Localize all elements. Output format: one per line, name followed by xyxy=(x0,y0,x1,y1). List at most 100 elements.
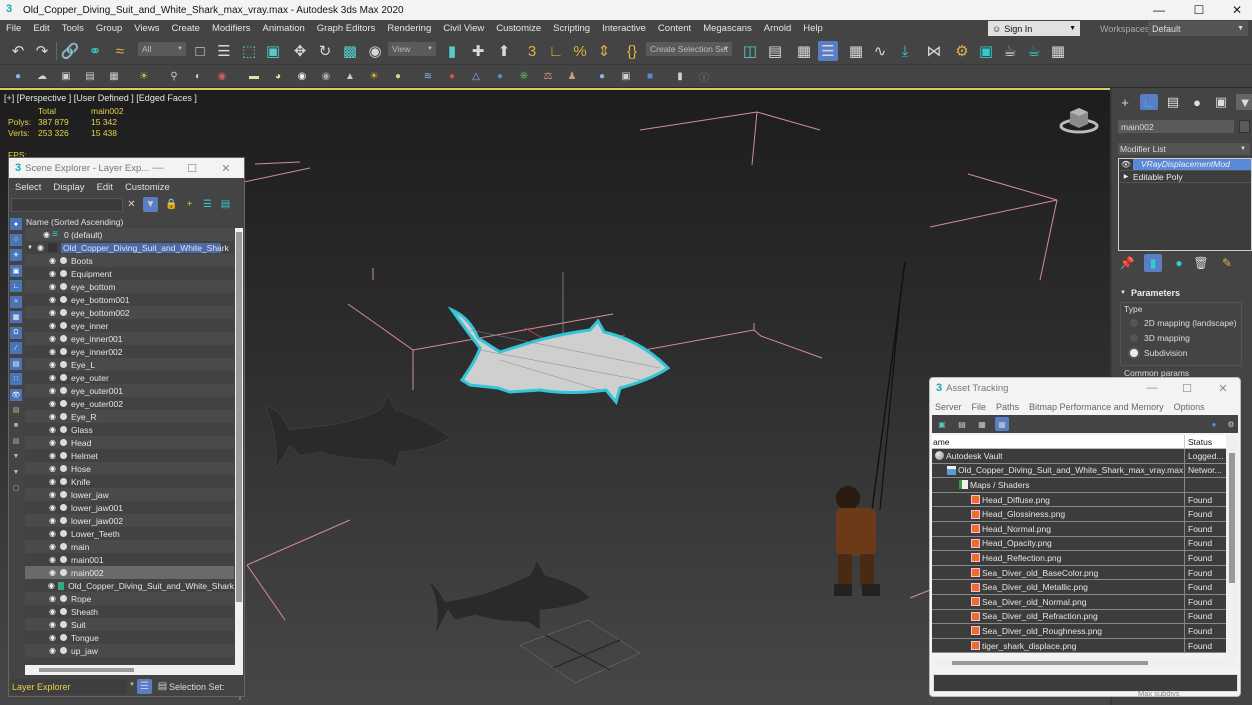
snap-3d-icon[interactable]: 3 xyxy=(522,41,542,61)
visibility-eye-icon[interactable]: ◉ xyxy=(35,243,46,252)
at-menu-paths[interactable]: Paths xyxy=(991,402,1024,412)
scene-object-row[interactable]: ◉ eye_bottom xyxy=(25,280,234,293)
asset-row[interactable]: Head_Reflection.png Found xyxy=(932,551,1226,566)
move-icon[interactable]: ✥ xyxy=(290,41,310,61)
space-warps-filter-icon[interactable]: ≈ xyxy=(10,295,22,308)
name-column-header[interactable]: Name (Sorted Ascending) xyxy=(25,216,234,228)
vray-asset-editor-icon[interactable]: ▣ xyxy=(58,68,74,84)
shark-mesh-2[interactable] xyxy=(427,559,591,636)
visibility-eye-icon[interactable]: ◉ xyxy=(47,529,58,538)
pin-stack-icon[interactable]: 📌 xyxy=(1118,254,1136,272)
window-crossing-icon[interactable]: ▣ xyxy=(263,41,283,61)
visibility-eye-icon[interactable]: ◉ xyxy=(47,542,58,551)
vray-light-lister-icon[interactable]: ☀ xyxy=(136,68,152,84)
shark-mesh-1[interactable] xyxy=(264,394,451,471)
scene-explorer-search-input[interactable] xyxy=(11,198,123,212)
vray-vfb-history-icon[interactable]: ▣ xyxy=(618,68,634,84)
vray-fur-icon[interactable]: ☀ xyxy=(366,68,382,84)
percent-snap-icon[interactable]: % xyxy=(570,41,590,61)
explorer-type-dropdown[interactable]: Layer Explorer xyxy=(11,679,127,694)
render-iterative-icon[interactable]: ☕ xyxy=(1024,41,1044,61)
visibility-eye-icon[interactable]: ◉ xyxy=(47,477,58,486)
vray-cloud-icon[interactable]: ☁ xyxy=(34,68,50,84)
visibility-eye-icon[interactable]: ◉ xyxy=(47,503,58,512)
visibility-eye-icon[interactable]: ◉ xyxy=(47,464,58,473)
at-menu-file[interactable]: File xyxy=(967,402,992,412)
menu-file[interactable]: File xyxy=(0,23,27,34)
layers-mode-icon[interactable]: ☰ xyxy=(137,679,152,694)
menu-help[interactable]: Help xyxy=(797,23,829,34)
menu-arnold[interactable]: Arnold xyxy=(758,23,797,34)
modifier-stack-item[interactable]: ▶ Editable Poly xyxy=(1119,171,1251,183)
bones-filter-icon[interactable]: ∕ xyxy=(10,342,22,354)
vray-ambient-light-icon[interactable]: ◉ xyxy=(318,68,334,84)
vray-plane-icon[interactable]: ● xyxy=(390,68,406,84)
visibility-eye-icon[interactable]: ◉ xyxy=(47,308,58,317)
cameras-filter-icon[interactable]: ▣ xyxy=(10,264,22,277)
name-column-header[interactable]: ame xyxy=(932,435,1185,448)
asset-table-vertical-scrollbar[interactable] xyxy=(1226,435,1238,657)
asset-row[interactable]: Sea_Diver_old_Normal.png Found xyxy=(932,594,1226,610)
menu-views[interactable]: Views xyxy=(128,23,165,34)
visibility-eye-icon[interactable]: ◉ xyxy=(47,399,58,408)
menu-megascans[interactable]: Megascans xyxy=(697,23,758,34)
utilities-tab-icon[interactable]: ▼ xyxy=(1236,94,1252,110)
select-by-name-icon[interactable]: ☰ xyxy=(214,41,234,61)
visibility-eye-icon[interactable]: ◉ xyxy=(47,451,58,460)
edit-named-sets-icon[interactable]: {} xyxy=(622,41,642,61)
scene-object-row[interactable]: ◉ Knife xyxy=(25,475,234,488)
spinner-snap-icon[interactable]: ⇕ xyxy=(594,41,614,61)
shapes-filter-icon[interactable]: ○ xyxy=(10,233,22,246)
asset-row[interactable]: Sea_Diver_old_Roughness.png Found xyxy=(932,624,1226,639)
angle-snap-icon[interactable]: ∟ xyxy=(546,41,566,61)
geometry-filter-icon[interactable]: ● xyxy=(10,218,22,230)
vray-dome-light-icon[interactable]: ◐ xyxy=(190,68,206,84)
asset-table-horizontal-scrollbar[interactable] xyxy=(932,658,1238,668)
visibility-eye-icon[interactable]: ◉ xyxy=(47,646,58,655)
menu-content[interactable]: Content xyxy=(652,23,697,34)
scene-object-row[interactable]: ◉ Old_Copper_Diving_Suit_and_White_Shark xyxy=(25,579,234,592)
visibility-eye-icon[interactable]: ◉ xyxy=(47,438,58,447)
visibility-eye-icon[interactable]: ◉ xyxy=(47,386,58,395)
object-name-field[interactable]: main002 xyxy=(1118,120,1234,133)
scale-icon[interactable]: ▩ xyxy=(340,41,360,61)
placement-icon[interactable]: ◉ xyxy=(365,41,385,61)
display-all-icon[interactable]: ▤ xyxy=(10,404,22,416)
menu-customize[interactable]: Customize xyxy=(490,23,547,34)
menu-group[interactable]: Group xyxy=(90,23,128,34)
layer-row-group[interactable]: ▼ ◉ Old_Copper_Diving_Suit_and_White_Shark xyxy=(25,241,234,254)
rotate-icon[interactable]: ↻ xyxy=(315,41,335,61)
vray-bake-icon[interactable]: ♟ xyxy=(564,68,580,84)
scene-object-row[interactable]: ◉ up_jaw xyxy=(25,644,234,657)
layer-row-default[interactable]: ◉ ≡ 0 (default) xyxy=(25,228,234,241)
visibility-eye-icon[interactable]: ◉ xyxy=(47,594,58,603)
asset-row[interactable]: Head_Opacity.png Found xyxy=(932,536,1226,552)
visibility-eye-icon[interactable]: ◉ xyxy=(47,633,58,642)
display-none-icon[interactable]: ■ xyxy=(10,420,22,432)
show-end-result-icon[interactable]: ▮ xyxy=(1144,254,1162,272)
maximize-button[interactable]: ☐ xyxy=(1180,0,1218,20)
scene-object-row[interactable]: ◉ eye_inner xyxy=(25,319,234,332)
layer-explorer-icon[interactable]: ☰ xyxy=(818,41,838,61)
visibility-eye-icon[interactable]: ◉ xyxy=(47,256,58,265)
vray-decal-icon[interactable]: ● xyxy=(492,68,508,84)
hierarchy-icon[interactable]: ▤ xyxy=(218,197,233,212)
vault-settings-icon[interactable]: ⚙ xyxy=(1224,417,1238,431)
vray-lights-icon[interactable]: ◉ xyxy=(214,68,230,84)
menu-animation[interactable]: Animation xyxy=(257,23,311,34)
se-menu-customize[interactable]: Customize xyxy=(119,182,176,193)
scene-object-row[interactable]: ◉ Eye_R xyxy=(25,410,234,423)
bind-space-warp-icon[interactable]: ≈ xyxy=(110,41,130,61)
radio-3d-mapping[interactable]: 3D mapping xyxy=(1130,333,1190,343)
visibility-eye-icon[interactable]: ◉ xyxy=(47,373,58,382)
at-menu-server[interactable]: Server xyxy=(930,402,967,412)
scene-tree-horizontal-scrollbar[interactable] xyxy=(25,665,243,675)
radio-2d-mapping[interactable]: 2D mapping (landscape) xyxy=(1130,318,1237,328)
asset-row[interactable]: Head_Diffuse.png Found xyxy=(932,492,1226,508)
table-view-icon[interactable]: ▦ xyxy=(995,417,1009,431)
menu-scripting[interactable]: Scripting xyxy=(547,23,596,34)
scene-object-row[interactable]: ◉ Head xyxy=(25,436,234,449)
visibility-eye-icon[interactable]: ◉ xyxy=(47,555,58,564)
scene-object-row[interactable]: ◉ Boots xyxy=(25,254,234,267)
toggle-ribbon-icon[interactable]: ▦ xyxy=(846,41,866,61)
